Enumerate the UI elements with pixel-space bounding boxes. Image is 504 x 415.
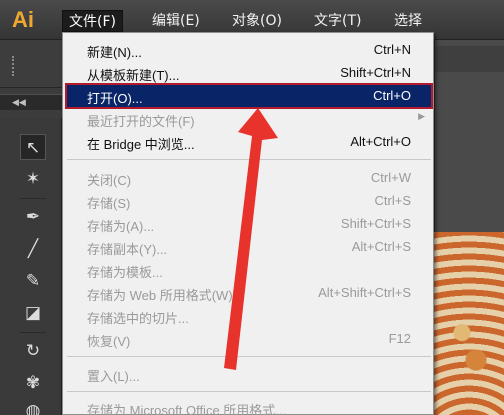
menu-select[interactable]: 选择 [388,10,428,32]
menu-item-open-recent[interactable]: 最近打开的文件(F) ▶ [67,108,431,130]
menu-item-place[interactable]: 置入(L)... [67,363,431,385]
menu-item-shortcut: Alt+Ctrl+S [351,239,411,254]
menu-item-save-as-template[interactable]: 存储为模板... [67,259,431,281]
menu-item-label: 存储为模板... [87,265,163,280]
menu-item-save-for-office[interactable]: 存储为 Microsoft Office 所用格式... [67,397,431,415]
menu-item-shortcut: Alt+Shift+Ctrl+S [318,285,411,300]
menu-item-shortcut: Ctrl+N [373,42,411,57]
menu-item-label: 最近打开的文件(F) [87,114,195,129]
menu-item-shortcut: Shift+Ctrl+N [340,65,411,80]
file-menu-dropdown: 新建(N)... Ctrl+N 从模板新建(T)... Shift+Ctrl+N… [62,32,434,415]
menu-separator [67,159,431,160]
paintbrush-icon[interactable]: ✎ [20,268,46,294]
menu-item-new-from-template[interactable]: 从模板新建(T)... Shift+Ctrl+N [67,62,431,84]
menu-object[interactable]: 对象(O) [226,10,288,32]
tool-divider [20,332,46,333]
menu-item-label: 新建(N)... [87,45,142,60]
menu-edit[interactable]: 编辑(E) [146,10,206,32]
menu-item-save-as[interactable]: 存储为(A)... Shift+Ctrl+S [67,213,431,235]
menu-item-shortcut: Alt+Ctrl+O [350,134,411,149]
line-tool-icon[interactable]: ╱ [20,236,46,262]
tool-divider [20,198,46,199]
menu-item-label: 在 Bridge 中浏览... [87,137,195,152]
menu-item-label: 存储(S) [87,196,131,211]
selection-arrow-icon[interactable]: ↖ [20,134,46,160]
panel-tab-strip: ◀◀ [0,94,70,110]
eraser-icon[interactable]: ◪ [20,300,46,326]
menu-item-label: 关闭(C) [87,173,132,188]
menu-item-label: 存储为(A)... [87,219,155,234]
symbol-sprayer-icon[interactable]: ◍ [20,398,46,415]
menu-item-open[interactable]: 打开(O)... Ctrl+O [65,83,433,109]
menu-item-save-selected-slices[interactable]: 存储选中的切片... [67,305,431,327]
menu-item-label: 恢复(V) [87,334,131,349]
pen-tool-icon[interactable]: ✒ [20,204,46,230]
control-bar [0,40,70,88]
menu-item-label: 存储选中的切片... [87,311,189,326]
menu-item-label: 存储为 Web 所用格式(W)... [87,288,244,303]
menu-type[interactable]: 文字(T) [308,10,367,32]
panel-grip[interactable] [12,56,16,76]
menu-item-shortcut: Shift+Ctrl+S [340,216,411,231]
menu-separator [67,356,431,357]
menu-item-shortcut: Ctrl+O [373,88,411,103]
menu-item-label: 置入(L)... [87,369,140,384]
menu-item-shortcut: F12 [388,331,411,346]
menu-separator [67,391,431,392]
menu-item-shortcut: Ctrl+W [370,170,411,185]
menu-item-save-for-web[interactable]: 存储为 Web 所用格式(W)... Alt+Shift+Ctrl+S [67,282,431,304]
warp-tool-icon[interactable]: ✾ [20,370,46,396]
menu-item-close[interactable]: 关闭(C) Ctrl+W [67,167,431,189]
menu-item-label: 存储为 Microsoft Office 所用格式... [87,403,287,415]
canvas-artwork [434,232,504,415]
menu-item-label: 从模板新建(T)... [87,68,180,83]
menu-file[interactable]: 文件(F) [62,10,123,32]
menu-item-label: 打开(O)... [87,91,143,106]
collapse-panel-icon[interactable]: ◀◀ [12,95,26,111]
tools-panel: ↖ ✶ ✒ ╱ ✎ ◪ ↻ ✾ ◍ [0,118,62,415]
rotate-tool-icon[interactable]: ↻ [20,338,46,364]
menu-item-new[interactable]: 新建(N)... Ctrl+N [67,39,431,61]
menu-item-shortcut: Ctrl+S [374,193,411,208]
magic-wand-icon[interactable]: ✶ [20,166,46,192]
menu-item-label: 存储副本(Y)... [87,242,168,257]
menu-item-revert[interactable]: 恢复(V) F12 [67,328,431,350]
submenu-arrow-icon: ▶ [418,111,425,121]
menu-item-save[interactable]: 存储(S) Ctrl+S [67,190,431,212]
menu-item-browse-in-bridge[interactable]: 在 Bridge 中浏览... Alt+Ctrl+O [67,131,431,153]
document-tab-bar [435,46,504,72]
app-logo: Ai [12,7,34,32]
menu-item-save-copy[interactable]: 存储副本(Y)... Alt+Ctrl+S [67,236,431,258]
